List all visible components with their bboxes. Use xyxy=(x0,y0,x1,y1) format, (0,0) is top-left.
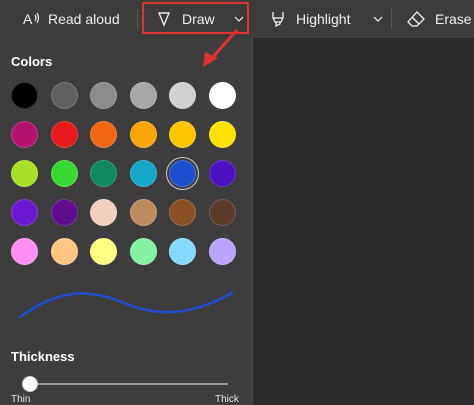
thickness-slider-thumb[interactable] xyxy=(22,376,39,392)
color-swatch[interactable] xyxy=(209,238,236,265)
highlighter-icon xyxy=(270,10,286,28)
chevron-down-icon xyxy=(373,15,383,23)
color-swatch[interactable] xyxy=(209,82,236,109)
thickness-slider-track[interactable] xyxy=(22,383,228,385)
svg-text:A: A xyxy=(23,11,33,27)
color-swatch[interactable] xyxy=(209,199,236,226)
erase-button[interactable]: Erase xyxy=(407,0,474,38)
color-swatch[interactable] xyxy=(209,160,236,187)
toolbar: A Read aloud Draw Highlight Erase xyxy=(0,0,474,38)
toolbar-divider xyxy=(391,9,392,29)
thick-label: Thick xyxy=(215,394,239,405)
color-swatch[interactable] xyxy=(130,160,157,187)
color-swatch[interactable] xyxy=(51,82,78,109)
color-swatch[interactable] xyxy=(51,121,78,148)
erase-label: Erase xyxy=(435,11,472,27)
color-swatch[interactable] xyxy=(51,199,78,226)
highlight-dropdown-button[interactable] xyxy=(370,0,386,38)
stroke-preview xyxy=(18,291,234,319)
color-swatch[interactable] xyxy=(209,121,236,148)
color-swatch[interactable] xyxy=(130,82,157,109)
color-swatch[interactable] xyxy=(90,199,117,226)
color-swatch[interactable] xyxy=(169,121,196,148)
color-swatch[interactable] xyxy=(169,238,196,265)
draw-options-panel: Colors Thickness Thin Thick xyxy=(0,38,253,405)
color-swatch[interactable] xyxy=(169,160,196,187)
color-swatch[interactable] xyxy=(130,121,157,148)
thickness-heading: Thickness xyxy=(11,349,75,364)
color-swatch[interactable] xyxy=(11,238,38,265)
color-swatch[interactable] xyxy=(90,160,117,187)
draw-highlight-box xyxy=(142,2,249,34)
color-swatch[interactable] xyxy=(90,82,117,109)
highlight-label: Highlight xyxy=(296,11,351,27)
color-swatch[interactable] xyxy=(11,82,38,109)
colors-heading: Colors xyxy=(11,54,53,69)
color-swatch[interactable] xyxy=(130,199,157,226)
toolbar-divider xyxy=(137,9,138,29)
color-swatch[interactable] xyxy=(51,160,78,187)
read-aloud-button[interactable]: A Read aloud xyxy=(22,0,137,38)
color-swatch[interactable] xyxy=(169,199,196,226)
color-swatch[interactable] xyxy=(169,82,196,109)
read-aloud-icon: A xyxy=(22,11,42,27)
read-aloud-label: Read aloud xyxy=(48,11,120,27)
color-swatch[interactable] xyxy=(51,238,78,265)
color-swatch[interactable] xyxy=(11,121,38,148)
color-swatch[interactable] xyxy=(11,160,38,187)
highlight-button[interactable]: Highlight xyxy=(270,0,356,38)
color-swatch[interactable] xyxy=(130,238,157,265)
eraser-icon xyxy=(407,11,425,27)
color-swatch[interactable] xyxy=(90,238,117,265)
thin-label: Thin xyxy=(11,394,31,405)
color-swatch[interactable] xyxy=(90,121,117,148)
color-swatch[interactable] xyxy=(11,199,38,226)
